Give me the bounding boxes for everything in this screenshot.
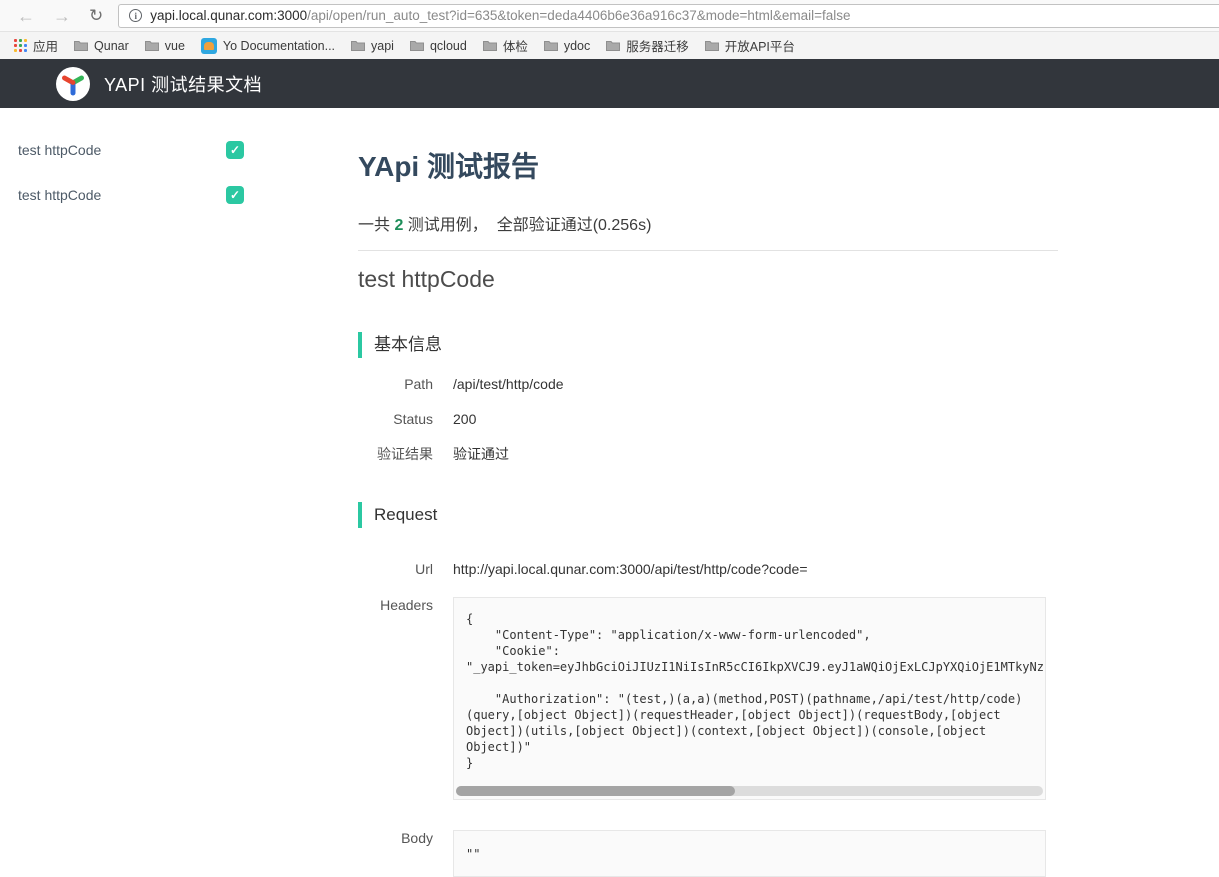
folder-icon xyxy=(483,40,497,51)
row-status: Status 200 xyxy=(358,411,1058,428)
folder-icon xyxy=(544,40,558,51)
row-label: Headers xyxy=(358,597,433,614)
bookmark-label: 应用 xyxy=(33,36,58,55)
bookmark-label: yapi xyxy=(371,39,394,53)
page-info-icon[interactable]: i xyxy=(129,9,142,22)
bookmark-tijian[interactable]: 体检 xyxy=(475,36,536,55)
row-label: Url xyxy=(358,561,433,578)
row-label: Path xyxy=(358,376,433,393)
address-bar[interactable]: i yapi.local.qunar.com:3000/api/open/run… xyxy=(118,4,1219,28)
bookmark-vue[interactable]: vue xyxy=(137,39,193,53)
case-title: test httpCode xyxy=(358,266,1058,293)
check-icon: ✓ xyxy=(226,141,244,159)
sidebar-item-label: test httpCode xyxy=(18,187,101,203)
sidebar-item-test-httpcode-2[interactable]: test httpCode ✓ xyxy=(18,186,244,204)
body-code-block: "" xyxy=(453,830,1046,877)
folder-icon xyxy=(74,40,88,51)
row-body: Body "" xyxy=(358,830,1058,877)
camel-favicon xyxy=(201,38,217,54)
browser-toolbar: ← → ↻ i yapi.local.qunar.com:3000/api/op… xyxy=(0,0,1219,31)
report-title: YApi 测试报告 xyxy=(358,145,1058,185)
content-area: test httpCode ✓ test httpCode ✓ YApi 测试报… xyxy=(0,108,1219,877)
bookmark-label: 服务器迁移 xyxy=(626,36,689,55)
report-main: YApi 测试报告 一共 2 测试用例， 全部验证通过(0.256s) test… xyxy=(358,108,1058,877)
bookmark-ydoc[interactable]: ydoc xyxy=(536,39,598,53)
row-label: 验证结果 xyxy=(358,446,433,463)
apps-grid-icon xyxy=(14,39,27,52)
row-label: Status xyxy=(358,411,433,428)
bookmark-label: Qunar xyxy=(94,39,129,53)
scrollbar-thumb[interactable] xyxy=(456,786,735,796)
bookmark-label: 体检 xyxy=(503,36,528,55)
url-path: /api/open/run_auto_test?id=635&token=ded… xyxy=(307,8,850,23)
sidebar: test httpCode ✓ test httpCode ✓ xyxy=(0,108,262,231)
body-code: "" xyxy=(454,831,1045,868)
row-value: 验证通过 xyxy=(453,446,509,463)
bookmark-server-migration[interactable]: 服务器迁移 xyxy=(598,36,697,55)
bookmark-label: qcloud xyxy=(430,39,467,53)
row-value: http://yapi.local.qunar.com:3000/api/tes… xyxy=(453,561,808,578)
row-value: 200 xyxy=(453,411,476,428)
headers-code-block[interactable]: { "Content-Type": "application/x-www-for… xyxy=(453,597,1046,800)
bookmark-qunar[interactable]: Qunar xyxy=(66,39,137,53)
bookmark-open-api-platform[interactable]: 开放API平台 xyxy=(697,36,803,55)
bookmarks-bar: 应用 Qunar vue Yo Documentation... yapi qc… xyxy=(0,31,1219,59)
folder-icon xyxy=(410,40,424,51)
bookmark-label: Yo Documentation... xyxy=(223,39,335,53)
row-label: Body xyxy=(358,830,433,847)
row-url: Url http://yapi.local.qunar.com:3000/api… xyxy=(358,561,1058,578)
bookmark-yapi[interactable]: yapi xyxy=(343,39,402,53)
yapi-logo-icon xyxy=(56,67,90,101)
back-arrow-icon[interactable]: ← xyxy=(8,7,44,25)
row-headers: Headers { "Content-Type": "application/x… xyxy=(358,597,1058,800)
section-title-basic-info: 基本信息 xyxy=(358,332,1058,358)
folder-icon xyxy=(351,40,365,51)
headers-code: { "Content-Type": "application/x-www-for… xyxy=(454,598,1045,782)
summary-prefix: 一共 xyxy=(358,217,394,234)
app-header: YAPI 测试结果文档 xyxy=(0,59,1219,108)
check-icon: ✓ xyxy=(226,186,244,204)
summary-divider xyxy=(358,250,1058,251)
bookmark-label: vue xyxy=(165,39,185,53)
bookmark-label: ydoc xyxy=(564,39,590,53)
row-path: Path /api/test/http/code xyxy=(358,376,1058,393)
row-validation-result: 验证结果 验证通过 xyxy=(358,446,1058,463)
summary-suffix: 测试用例， 全部验证通过(0.256s) xyxy=(403,217,651,234)
url-host: yapi.local.qunar.com:3000 xyxy=(150,8,307,23)
bookmark-label: 开放API平台 xyxy=(725,36,795,55)
folder-icon xyxy=(606,40,620,51)
row-value: /api/test/http/code xyxy=(453,376,564,393)
horizontal-scrollbar[interactable] xyxy=(456,786,1043,796)
forward-arrow-icon[interactable]: → xyxy=(44,7,80,25)
section-title-request: Request xyxy=(358,502,1058,528)
bookmark-apps[interactable]: 应用 xyxy=(6,36,66,55)
bookmark-yo-documentation[interactable]: Yo Documentation... xyxy=(193,38,343,54)
sidebar-item-test-httpcode-1[interactable]: test httpCode ✓ xyxy=(18,141,244,159)
sidebar-item-label: test httpCode xyxy=(18,142,101,158)
folder-icon xyxy=(145,40,159,51)
folder-icon xyxy=(705,40,719,51)
row-value: "" xyxy=(453,830,1046,877)
reload-icon[interactable]: ↻ xyxy=(80,7,112,24)
report-summary: 一共 2 测试用例， 全部验证通过(0.256s) xyxy=(358,211,1058,235)
bookmark-qcloud[interactable]: qcloud xyxy=(402,39,475,53)
row-value: { "Content-Type": "application/x-www-for… xyxy=(453,597,1046,800)
page-title: YAPI 测试结果文档 xyxy=(104,71,262,97)
basic-info-rows: Path /api/test/http/code Status 200 验证结果… xyxy=(358,376,1058,463)
